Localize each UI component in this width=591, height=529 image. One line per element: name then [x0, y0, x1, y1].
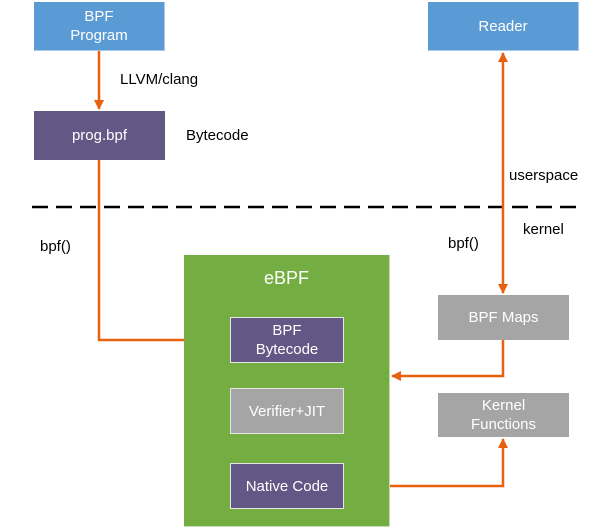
bytecode-label: Bytecode [186, 127, 249, 144]
bpf-bytecode-label: BPF Bytecode [255, 322, 319, 358]
bpf-program-label: BPF Program [70, 8, 128, 44]
userspace-label: userspace [509, 167, 579, 184]
bpf-maps-label: BPF Maps [468, 309, 539, 326]
bpf-call-right-label: bpf() [448, 235, 479, 252]
verifier-jit-node: Verifier+JIT [230, 388, 344, 434]
bpf-maps-node: BPF Maps [438, 295, 569, 340]
llvm-clang-label: LLVM/clang [120, 71, 199, 88]
verifier-jit-label: Verifier+JIT [248, 402, 326, 420]
arrow-maps-to-ebpf [391, 339, 505, 381]
kernel-functions-label: Kernel Functions [470, 397, 537, 433]
prog-bpf-label: prog.bpf [71, 127, 128, 144]
kernel-functions-node: Kernel Functions [438, 393, 569, 437]
bpf-program-node: BPF Program [34, 2, 165, 51]
ebpf-title: eBPF [263, 268, 310, 288]
bpf-call-left-label: bpf() [40, 238, 71, 255]
kernel-label: kernel [523, 221, 564, 238]
reader-node: Reader [428, 2, 579, 51]
bpf-bytecode-node: BPF Bytecode [230, 317, 344, 363]
native-code-label: Native Code [245, 477, 329, 495]
native-code-node: Native Code [230, 463, 344, 509]
prog-bpf-node: prog.bpf [34, 111, 165, 160]
reader-label: Reader [478, 17, 528, 35]
